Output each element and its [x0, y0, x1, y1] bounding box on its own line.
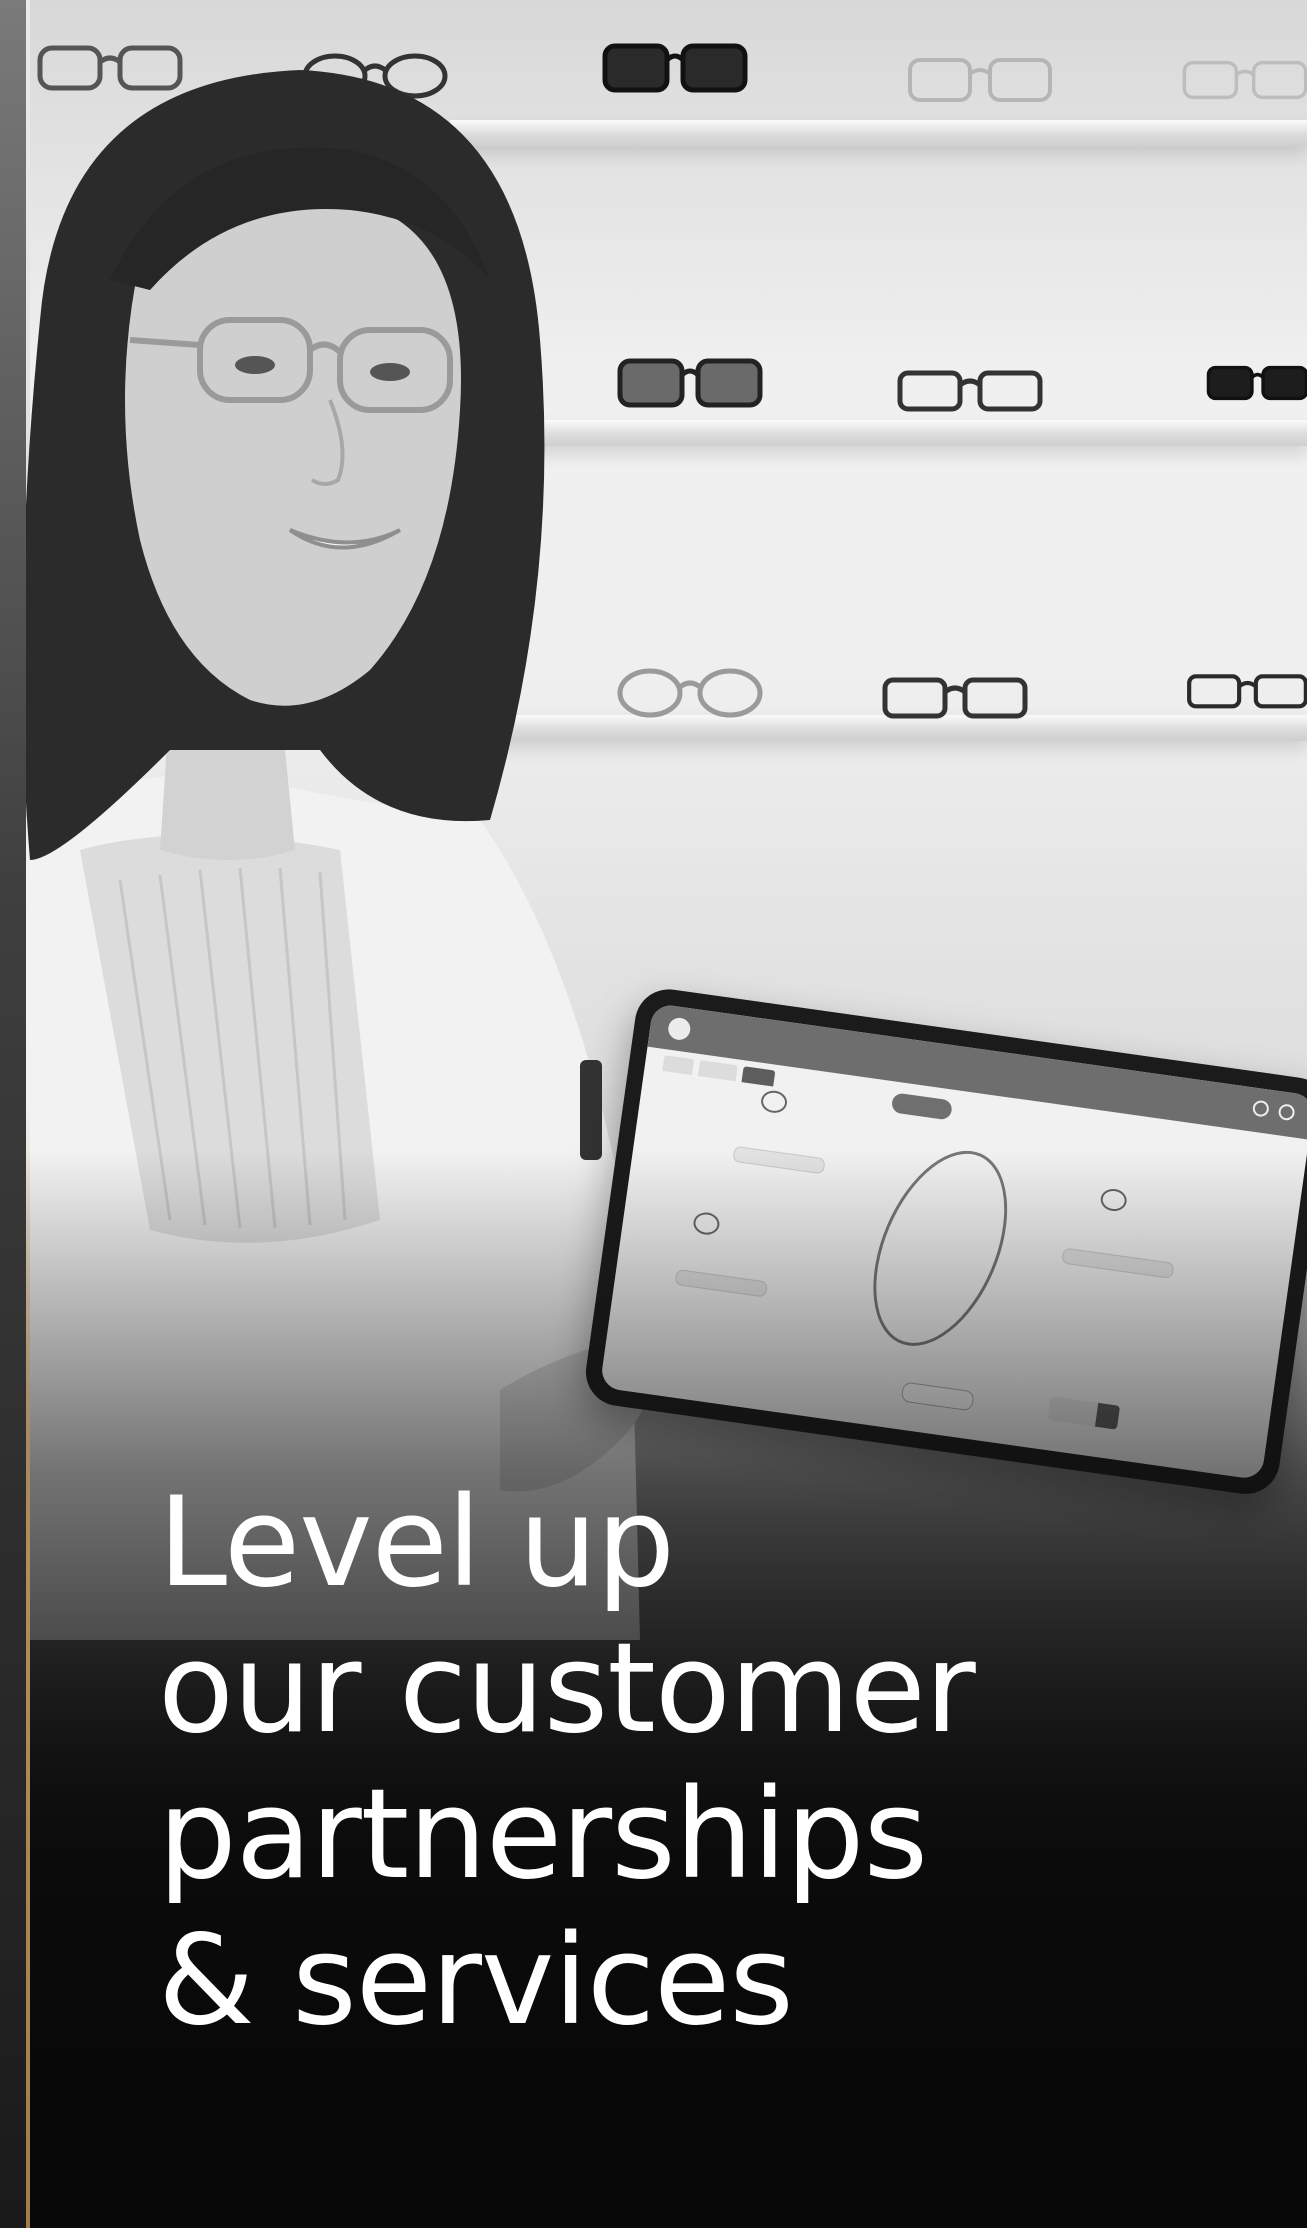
- tablet-tab: [697, 1060, 738, 1082]
- tablet-tab: [662, 1055, 695, 1076]
- headline-line-2: our customer: [158, 1617, 976, 1761]
- eyeglasses-frame: [880, 672, 1030, 728]
- eyeglasses-frame: [895, 365, 1045, 421]
- tablet-feature-block: [759, 1089, 789, 1118]
- gold-accent-line: [26, 1100, 30, 2228]
- settings-icon: [1277, 1103, 1296, 1122]
- app-logo-icon: [666, 1016, 692, 1042]
- headline: Level up our customer partnerships & ser…: [158, 1470, 1158, 2054]
- eyeglasses-frame: [1185, 665, 1307, 721]
- info-icon: [1251, 1099, 1270, 1118]
- tablet-tab: [741, 1066, 776, 1087]
- tablet-header-icons: [1251, 1099, 1296, 1122]
- eyeglasses-frame: [1180, 52, 1307, 108]
- left-edge-strip: [0, 0, 26, 2228]
- eyeglasses-frame: [905, 52, 1055, 108]
- headline-line-3: partnerships: [158, 1763, 928, 1907]
- eye-icon: [759, 1089, 789, 1115]
- headline-line-1: Level up: [158, 1471, 675, 1615]
- headline-line-4: & services: [158, 1909, 794, 2053]
- hero-poster: Level up our customer partnerships & ser…: [0, 0, 1307, 2228]
- sunglasses-frame: [1205, 355, 1307, 411]
